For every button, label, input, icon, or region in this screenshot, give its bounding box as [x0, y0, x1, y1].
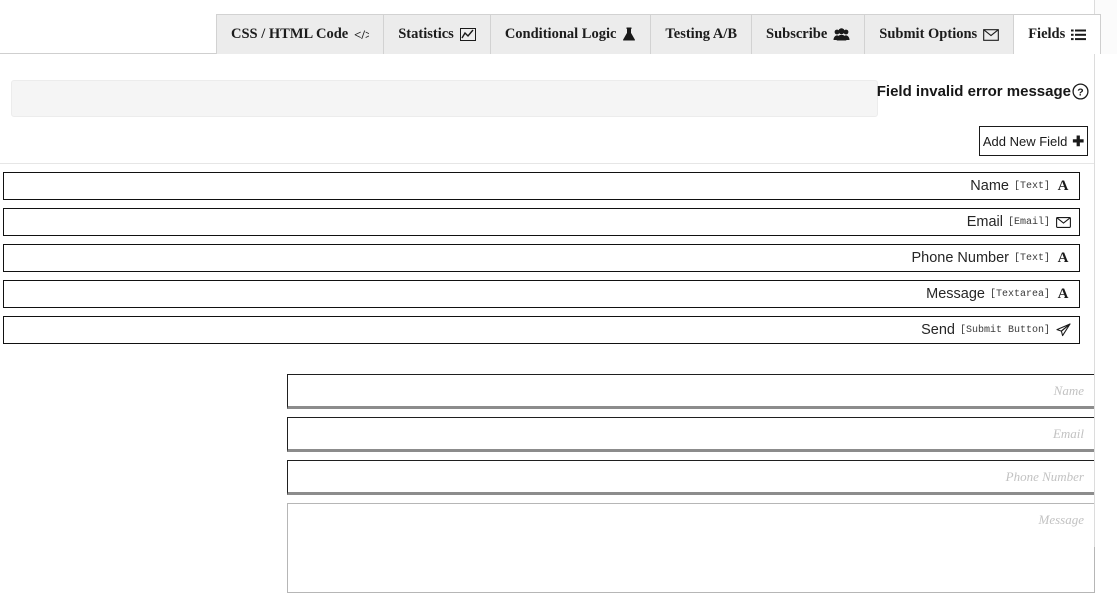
field-row-phone-number[interactable]: Phone Number [Text] A [3, 244, 1080, 272]
form-preview [287, 374, 1095, 598]
add-new-field-label: Add New Field [982, 133, 1068, 149]
text-A-icon: A [1057, 285, 1069, 302]
field-type: [Submit Button] [959, 324, 1050, 336]
field-list: Name [Text] A Email [Email] Phone Number… [3, 172, 1080, 352]
field-invalid-error-message-input[interactable] [11, 80, 878, 117]
tab-conditional-logic[interactable]: Conditional Logic [490, 14, 652, 54]
field-invalid-error-message-label: Field invalid error message ? [877, 83, 1089, 100]
svg-text:</>: </> [354, 28, 369, 41]
preview-input-name[interactable] [287, 374, 1095, 409]
question-circle-icon[interactable]: ? [1072, 83, 1089, 100]
tab-label: Submit Options [879, 26, 978, 43]
field-row-message[interactable]: Message [Textarea] A [3, 280, 1080, 308]
paper-plane-icon [1055, 323, 1071, 337]
field-type: [Text] [1013, 252, 1050, 264]
section-divider [0, 163, 1095, 164]
preview-input-email[interactable] [287, 417, 1095, 452]
tab-fields[interactable]: Fields [1014, 14, 1102, 54]
tab-label: Testing A/B [665, 26, 738, 43]
code-icon: </> [354, 28, 369, 41]
field-type: [Email] [1007, 216, 1050, 228]
field-row-send[interactable]: Send [Submit Button] [3, 316, 1080, 344]
field-type: [Text] [1013, 180, 1050, 192]
tab-statistics[interactable]: Statistics [384, 14, 491, 54]
field-label: Name [970, 178, 1009, 194]
preview-input-phone-number[interactable] [287, 460, 1095, 495]
tab-submit-options[interactable]: Submit Options [865, 14, 1015, 54]
tab-list: CSS / HTML Code </> Statistics Condition… [216, 14, 1117, 54]
field-row-name[interactable]: Name [Text] A [3, 172, 1080, 200]
field-label: Send [921, 322, 955, 338]
flask-icon [622, 27, 636, 42]
chart-line-icon [459, 28, 476, 41]
right-panel-gutter [1094, 0, 1117, 547]
error-message-label-text: Field invalid error message [876, 83, 1071, 100]
preview-textarea-message[interactable] [287, 503, 1095, 593]
tab-label: Fields [1028, 26, 1066, 43]
add-new-field-button[interactable]: Add New Field ✚ [979, 126, 1088, 156]
field-label: Message [926, 286, 985, 302]
envelope-icon [983, 28, 1000, 41]
users-icon [833, 28, 850, 41]
svg-text:?: ? [1077, 86, 1083, 98]
field-label: Email [966, 214, 1003, 230]
tab-label: CSS / HTML Code [231, 26, 349, 43]
plus-icon: ✚ [1072, 133, 1085, 149]
field-label: Phone Number [911, 250, 1009, 266]
field-type: [Textarea] [989, 288, 1050, 300]
tab-bar: CSS / HTML Code </> Statistics Condition… [0, 0, 1117, 54]
tab-css-html-code[interactable]: CSS / HTML Code </> [216, 14, 385, 54]
envelope-icon [1055, 216, 1071, 228]
list-icon [1071, 29, 1087, 41]
text-A-icon: A [1057, 177, 1069, 194]
text-A-icon: A [1057, 249, 1069, 266]
tab-bar-underline [0, 53, 216, 54]
tab-label: Subscribe [766, 26, 828, 43]
tab-testing-ab[interactable]: Testing A/B [651, 14, 753, 54]
field-row-email[interactable]: Email [Email] [3, 208, 1080, 236]
tab-subscribe[interactable]: Subscribe [752, 14, 866, 54]
tab-label: Statistics [398, 26, 454, 43]
tab-label: Conditional Logic [504, 26, 617, 43]
